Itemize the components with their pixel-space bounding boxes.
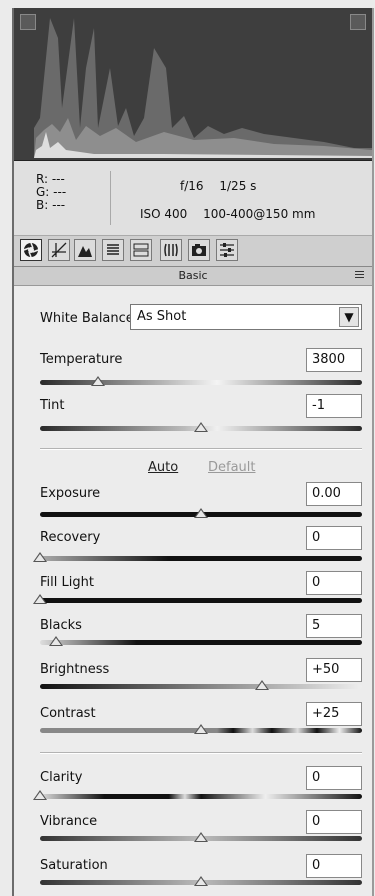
r-label: R: [36, 172, 49, 186]
temperature-field[interactable]: 3800 [306, 348, 362, 372]
white-balance-select[interactable]: As Shot ▼ [130, 304, 362, 330]
tab-split-toning[interactable] [130, 239, 152, 261]
g-value: --- [53, 185, 67, 199]
tab-lens-corrections[interactable] [160, 239, 182, 261]
separator [40, 448, 362, 450]
recovery-label: Recovery [40, 530, 101, 545]
split-toning-icon [133, 243, 149, 257]
temperature-label: Temperature [40, 352, 123, 367]
tint-slider-thumb[interactable] [194, 422, 208, 432]
auto-link[interactable]: Auto [148, 460, 178, 475]
temperature-slider-thumb[interactable] [90, 376, 105, 386]
fill-light-field[interactable]: 0 [306, 571, 362, 595]
blacks-slider-thumb[interactable] [49, 636, 64, 646]
separator [40, 752, 362, 754]
brightness-field[interactable]: +50 [306, 658, 362, 682]
vibrance-slider-thumb[interactable] [194, 832, 208, 842]
tint-field[interactable]: -1 [306, 394, 362, 418]
brightness-slider-thumb[interactable] [255, 680, 270, 690]
r-value: --- [51, 172, 65, 186]
white-balance-label: White Balance: [40, 311, 139, 326]
b-label: B: [36, 198, 49, 212]
aperture-value: f/16 [180, 179, 204, 193]
g-label: G: [36, 185, 50, 199]
tab-tone-curve[interactable] [48, 239, 70, 261]
tint-label: Tint [40, 398, 65, 413]
shutter-value: 1/25 s [219, 179, 257, 193]
vibrance-label: Vibrance [40, 814, 98, 829]
clarity-slider-thumb[interactable] [33, 790, 47, 800]
camera-info: R: --- G: --- B: --- f/16 1/25 s ISO 400… [14, 161, 372, 236]
exposure-field[interactable]: 0.00 [306, 482, 362, 506]
lens-corrections-icon [164, 243, 178, 257]
divider [110, 171, 111, 225]
panel-tabs [14, 236, 372, 267]
saturation-label: Saturation [40, 858, 108, 873]
camera-calibration-icon [192, 244, 206, 256]
exposure-meta: f/16 1/25 s [180, 179, 268, 193]
iso-value: ISO 400 [140, 207, 188, 221]
clarity-label: Clarity [40, 770, 83, 785]
shadow-clipping-warning-icon[interactable] [20, 14, 36, 30]
panel-title: Basic [14, 267, 372, 286]
hsl-icon [107, 244, 119, 255]
iso-lens-meta: ISO 400 100-400@150 mm [140, 207, 327, 221]
lens-value: 100-400@150 mm [203, 207, 316, 221]
tab-hsl[interactable] [102, 239, 124, 261]
saturation-field[interactable]: 0 [306, 854, 362, 878]
panel-menu-icon[interactable] [355, 271, 364, 279]
aperture-icon [23, 242, 39, 258]
tab-presets[interactable] [216, 239, 238, 261]
blacks-field[interactable]: 5 [306, 614, 362, 638]
blacks-slider-track[interactable] [40, 640, 362, 645]
default-link[interactable]: Default [208, 460, 256, 475]
fill-light-label: Fill Light [40, 575, 94, 590]
vibrance-field[interactable]: 0 [306, 810, 362, 834]
detail-icon [78, 246, 92, 257]
chevron-down-icon[interactable]: ▼ [339, 307, 359, 327]
contrast-label: Contrast [40, 706, 96, 721]
basic-controls: White Balance: As Shot ▼ Temperature 380… [14, 286, 372, 896]
histogram-graph [34, 18, 372, 158]
camera-raw-panel: R: --- G: --- B: --- f/16 1/25 s ISO 400… [12, 8, 374, 896]
fill-light-slider-track[interactable] [40, 598, 362, 603]
contrast-field[interactable]: +25 [306, 702, 362, 726]
recovery-slider-thumb[interactable] [33, 552, 47, 562]
recovery-field[interactable]: 0 [306, 526, 362, 550]
tab-detail[interactable] [74, 239, 96, 261]
saturation-slider-thumb[interactable] [194, 876, 208, 886]
tab-basic[interactable] [20, 239, 42, 261]
exposure-label: Exposure [40, 486, 101, 501]
recovery-slider-track[interactable] [40, 556, 362, 561]
exposure-slider-thumb[interactable] [194, 508, 208, 518]
presets-icon [220, 243, 234, 257]
tone-curve-icon [51, 242, 67, 258]
b-value: --- [52, 198, 66, 212]
clarity-slider-track[interactable] [40, 794, 362, 799]
fill-light-slider-thumb[interactable] [33, 594, 47, 604]
brightness-slider-track[interactable] [40, 684, 362, 689]
histogram [14, 8, 372, 161]
contrast-slider-thumb[interactable] [194, 724, 208, 734]
temperature-slider-track[interactable] [40, 380, 362, 385]
tab-camera-calibration[interactable] [188, 239, 210, 261]
brightness-label: Brightness [40, 662, 110, 677]
rgb-readout: R: --- G: --- B: --- [36, 173, 66, 212]
blacks-label: Blacks [40, 618, 82, 633]
panel-title-text: Basic [178, 269, 208, 282]
white-balance-value: As Shot [137, 309, 187, 324]
highlight-clipping-warning-icon[interactable] [350, 14, 366, 30]
clarity-field[interactable]: 0 [306, 766, 362, 790]
